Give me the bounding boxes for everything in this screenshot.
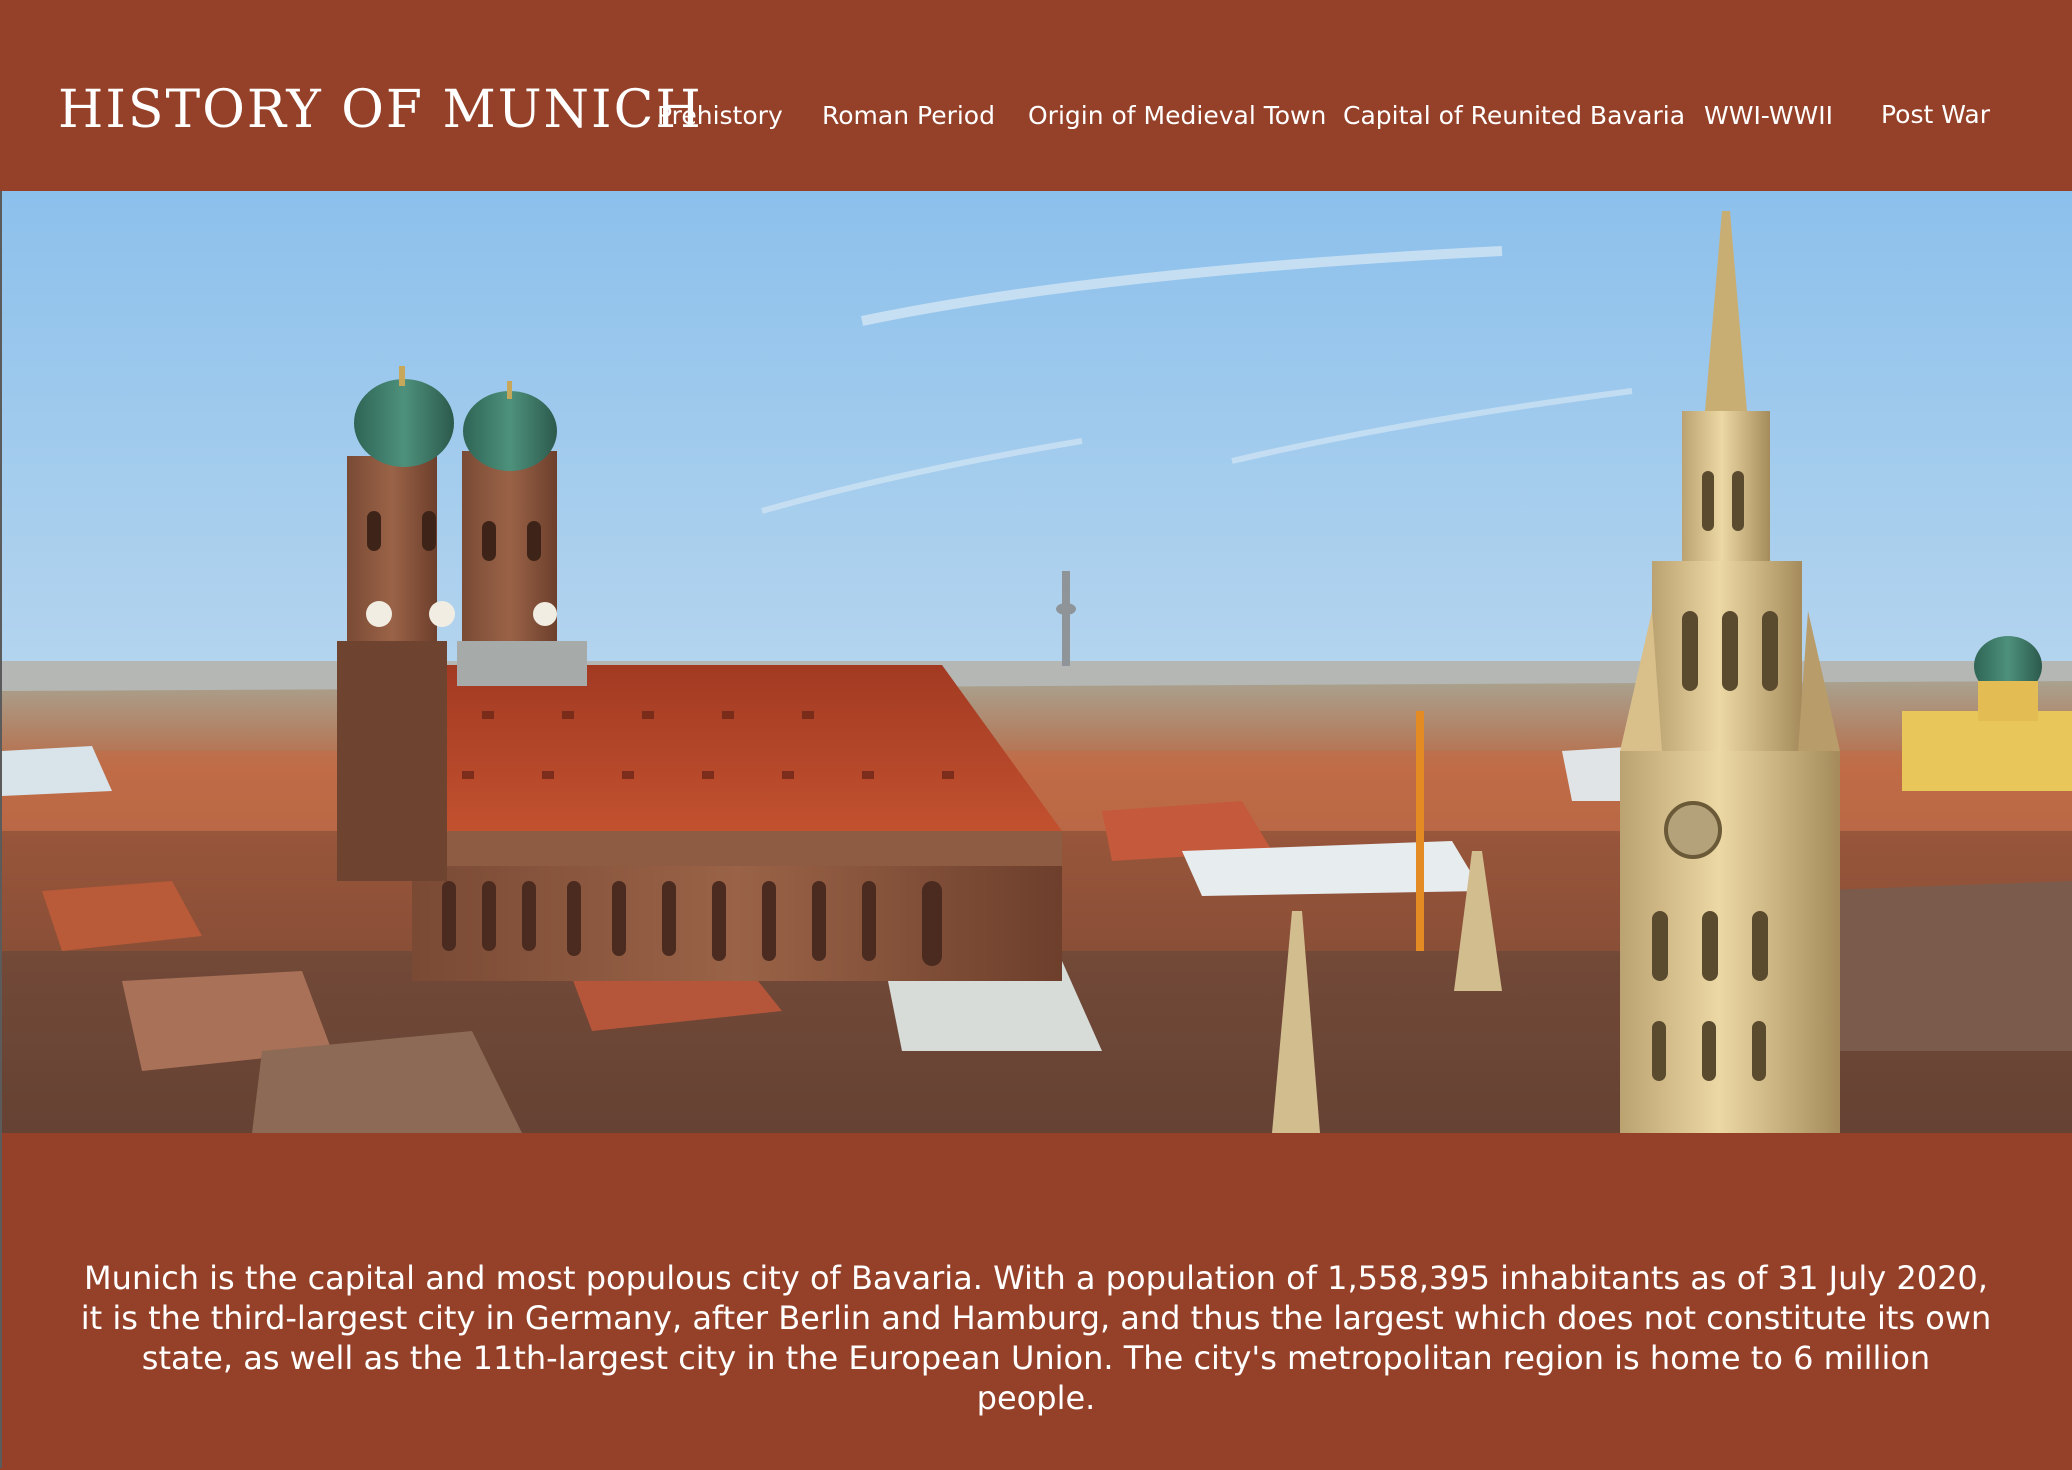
nav-link-post-war[interactable]: Post War: [1881, 97, 1990, 133]
nav-link-origin-of-medieval-town[interactable]: Origin of Medieval Town: [1028, 98, 1326, 134]
nav-link-roman-period[interactable]: Roman Period: [822, 98, 995, 134]
nav-link-wwi-wwii[interactable]: WWI-WWII: [1704, 98, 1833, 134]
nav-link-capital-of-reunited-bavaria[interactable]: Capital of Reunited Bavaria: [1343, 98, 1685, 134]
site-header: HISTORY OF MUNICH Prehistory Roman Perio…: [0, 0, 2072, 191]
nav-link-prehistory[interactable]: Prehistory: [657, 98, 783, 134]
munich-skyline-photo: [2, 191, 2072, 1133]
intro-paragraph: Munich is the capital and most populous …: [80, 1259, 1992, 1417]
hero-image: [2, 191, 2072, 1133]
site-title: HISTORY OF MUNICH: [58, 80, 703, 140]
